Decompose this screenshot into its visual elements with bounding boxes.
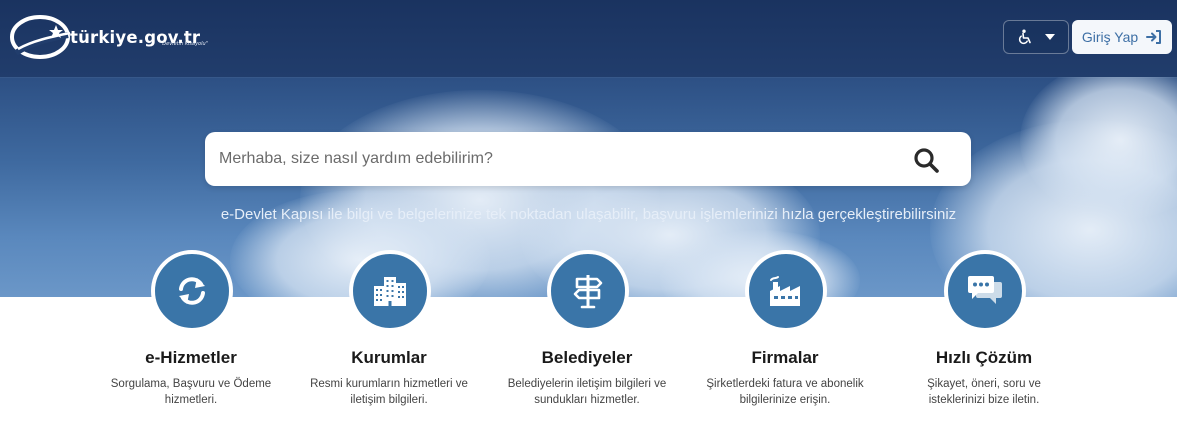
logo-emblem-icon <box>10 15 71 59</box>
sign-in-icon <box>1146 30 1162 44</box>
building-icon <box>374 277 406 306</box>
category-title[interactable]: Belediyeler <box>487 348 687 368</box>
hero-tagline: e-Devlet Kapısı ile bilgi ve belgelerini… <box>220 206 957 223</box>
category-description-line: Belediyelerin iletişim bilgileri ve <box>507 378 667 390</box>
category-description-line: Resmi kurumların hizmetleri ve <box>310 378 468 390</box>
category-description: Belediyelerin iletişim bilgileri ve sund… <box>487 376 687 408</box>
category-title[interactable]: Kurumlar <box>289 348 489 368</box>
category-description-line: Şikayet, öneri, soru ve <box>927 378 1041 390</box>
chat-icon <box>968 276 1002 304</box>
category-description-line: isteklerinizi bize iletin. <box>928 394 1040 406</box>
category-icon-circle[interactable] <box>745 250 827 332</box>
factory-icon <box>770 276 800 306</box>
category-icon-circle[interactable] <box>151 250 233 332</box>
search-input[interactable] <box>219 132 899 186</box>
category-title[interactable]: Hızlı Çözüm <box>884 348 1084 368</box>
caret-down-icon <box>1045 34 1055 40</box>
category-title[interactable]: e-Hizmetler <box>91 348 291 368</box>
search-box <box>205 132 971 186</box>
category-description-line: hizmetleri. <box>164 394 218 406</box>
category-description-line: sundukları hizmetler. <box>534 394 640 406</box>
category-description: Resmi kurumların hizmetleri ve iletişim … <box>289 376 489 408</box>
category-description-line: Şirketlerdeki fatura ve abonelik <box>706 378 864 390</box>
login-button[interactable]: Giriş Yap <box>1072 20 1172 54</box>
signpost-icon <box>573 275 603 309</box>
category-icon-circle[interactable] <box>944 250 1026 332</box>
category-description-line: iletişim bilgileri. <box>350 394 428 406</box>
category-description: Şikayet, öneri, soru ve isteklerinizi bi… <box>884 376 1084 408</box>
category-description: Şirketlerdeki fatura ve abonelik bilgile… <box>685 376 885 408</box>
category-title[interactable]: Firmalar <box>685 348 885 368</box>
category-description-line: Sorgulama, Başvuru ve Ödeme <box>110 378 272 390</box>
accessibility-menu-button[interactable] <box>1003 20 1069 54</box>
login-button-label: Giriş Yap <box>1081 29 1139 45</box>
search-icon[interactable] <box>912 146 940 174</box>
category-description: Sorgulama, Başvuru ve Ödeme hizmetleri. <box>91 376 291 408</box>
category-icon-circle[interactable] <box>349 250 431 332</box>
category-description-line: bilgilerinize erişin. <box>739 394 831 406</box>
wheelchair-icon <box>1018 29 1031 45</box>
refresh-icon <box>179 277 205 305</box>
logo-slogan: "Devletin Kısayolu" <box>160 41 208 47</box>
category-icon-circle[interactable] <box>547 250 629 332</box>
